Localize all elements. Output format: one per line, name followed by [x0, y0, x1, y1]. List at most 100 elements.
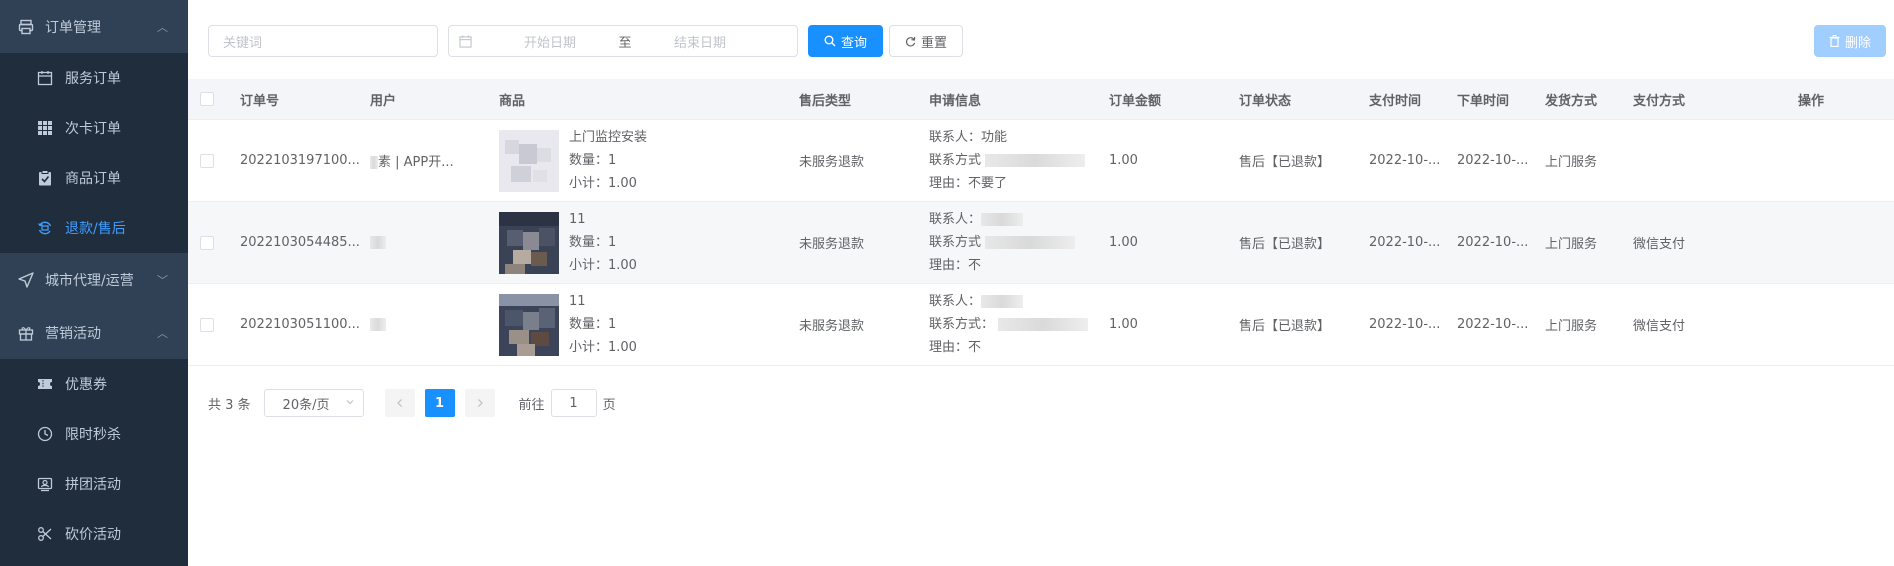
gift-icon [17, 324, 35, 342]
menu-group-label: 城市代理/运营 [45, 272, 134, 289]
goods-name: 11 [569, 212, 586, 227]
pay-method: 微信支付 [1633, 319, 1686, 334]
after-type: 未服务退款 [799, 319, 865, 334]
goods-qty: 数量：1 [569, 153, 617, 168]
goto-prefix: 前往 [518, 397, 545, 413]
menu-group-city-agent[interactable]: 城市代理/运营 ﹀ [0, 253, 188, 306]
header-after-type: 售后类型 [799, 93, 852, 109]
redacted-text [370, 318, 386, 331]
row-checkbox[interactable] [200, 235, 214, 250]
row-checkbox[interactable] [200, 153, 214, 168]
page-number-current[interactable]: 1 [424, 389, 455, 417]
main-content: 关键词 开始日期 至 结束日期 查询 重置 删除 订单号 用户 商品 售后类型 … [188, 0, 1894, 566]
apply-reason: 理由：不 [929, 258, 982, 273]
page-jumper: 前往 1 页 [519, 389, 616, 417]
goods-lines: 11 数量：1 小计：1.00 [569, 208, 637, 277]
sidebar-item-label: 限时秒杀 [65, 427, 121, 443]
table-row: 2022103054485... 11 数量：1 小计：1.00 未服务退款 联… [188, 202, 1894, 284]
refresh-icon [905, 36, 916, 47]
page-size-value: 20条/页 [282, 397, 330, 413]
reset-button-label: 重置 [921, 35, 948, 51]
ticket-icon [37, 376, 53, 392]
refund-icon [37, 220, 53, 236]
menu-group-marketing[interactable]: 营销活动 ︿ [0, 306, 188, 359]
sidebar-item-label: 拼团活动 [65, 477, 121, 493]
filter-bar: 关键词 开始日期 至 结束日期 查询 重置 [208, 25, 964, 57]
apply-info: 联系人： 联系方式： 理由：不 [929, 290, 1109, 359]
row-select-cell [188, 317, 240, 332]
row-checkbox[interactable] [200, 317, 214, 332]
header-amount: 订单金额 [1109, 93, 1162, 109]
apply-contact-line: 联系人： [929, 208, 1109, 231]
delete-button[interactable]: 删除 [1813, 25, 1886, 57]
ship-method: 上门服务 [1545, 319, 1598, 334]
sidebar-item-label: 退款/售后 [65, 221, 126, 237]
sidebar-item-goods-orders[interactable]: 商品订单 [0, 153, 188, 203]
goods-subtotal: 小计：1.00 [569, 176, 637, 191]
search-button[interactable]: 查询 [808, 25, 884, 57]
ship-method: 上门服务 [1545, 237, 1598, 252]
sidebar-item-bargain[interactable]: 砍价活动 [0, 509, 188, 559]
goods-cell: 11 数量：1 小计：1.00 [499, 208, 799, 277]
apply-contact-line: 联系人： [929, 290, 1109, 313]
search-button-label: 查询 [841, 35, 868, 51]
goods-cell: 11 数量：1 小计：1.00 [499, 290, 799, 359]
header-order-time: 下单时间 [1457, 93, 1510, 109]
sidebar-item-service-orders[interactable]: 服务订单 [0, 53, 188, 103]
goods-info: 11 数量：1 小计：1.00 [499, 290, 799, 359]
sidebar-item-label: 次卡订单 [65, 121, 121, 137]
user-cell [370, 317, 499, 332]
menu-group-label: 营销活动 [45, 325, 101, 342]
refund-table: 订单号 用户 商品 售后类型 申请信息 订单金额 订单状态 支付时间 下单时间 … [188, 79, 1894, 366]
clipboard-icon [37, 170, 53, 186]
menu-group-order-management[interactable]: 订单管理 ︿ [0, 0, 188, 53]
order-status: 售后【已退款】 [1239, 155, 1331, 170]
order-amount: 1.00 [1109, 317, 1138, 332]
sidebar-item-card-orders[interactable]: 次卡订单 [0, 103, 188, 153]
page-size-select[interactable]: 20条/页 [263, 389, 364, 417]
keyword-input[interactable]: 关键词 [208, 25, 438, 57]
sidebar-item-coupons[interactable]: 优惠券 [0, 359, 188, 409]
reset-button[interactable]: 重置 [889, 25, 964, 57]
start-date-placeholder[interactable]: 开始日期 [490, 32, 610, 51]
goods-subtotal: 小计：1.00 [569, 340, 637, 355]
apply-lines: 联系人： 联系方式 理由：不 [929, 208, 1109, 277]
goods-thumbnail [499, 293, 559, 356]
end-date-placeholder[interactable]: 结束日期 [640, 32, 760, 51]
bargain-icon [37, 526, 53, 542]
sidebar-item-label: 优惠券 [65, 377, 107, 393]
header-user: 用户 [370, 93, 397, 109]
apply-lines: 联系人：功能 联系方式 理由：不要了 [929, 126, 1109, 195]
apply-lines: 联系人： 联系方式： 理由：不 [929, 290, 1109, 359]
goto-page-input[interactable]: 1 [550, 389, 597, 417]
apply-contact-method-line: 联系方式 [929, 149, 1109, 172]
next-page-button[interactable] [464, 389, 495, 417]
header-goods: 商品 [499, 93, 526, 109]
goto-suffix: 页 [602, 397, 616, 413]
group-icon [37, 476, 53, 492]
apply-contact: 联系人： [929, 212, 982, 227]
user-cell [370, 235, 499, 250]
apply-contact-method: 联系方式 [929, 153, 982, 168]
apply-info: 联系人： 联系方式 理由：不 [929, 208, 1109, 277]
sidebar-item-refund[interactable]: 退款/售后 [0, 203, 188, 253]
goods-thumbnail [499, 211, 559, 274]
select-all-cell [188, 92, 240, 106]
chevron-down-icon [345, 397, 355, 407]
total-count: 共 3 条 [208, 397, 251, 413]
select-all-checkbox[interactable] [200, 92, 214, 106]
prev-page-button[interactable] [384, 389, 415, 417]
sidebar-item-group-buy[interactable]: 拼团活动 [0, 459, 188, 509]
apply-reason: 理由：不要了 [929, 176, 1008, 191]
calendar-icon [459, 34, 472, 48]
sidebar-item-flash-sale[interactable]: 限时秒杀 [0, 409, 188, 459]
header-actions: 操作 [1798, 93, 1825, 109]
header-pay-method: 支付方式 [1633, 93, 1686, 109]
goods-cell: 上门监控安装 数量：1 小计：1.00 [499, 126, 799, 195]
pay-method: 微信支付 [1633, 237, 1686, 252]
navigation-icon [17, 271, 35, 289]
row-select-cell [188, 235, 240, 250]
date-range-picker[interactable]: 开始日期 至 结束日期 [448, 25, 798, 57]
row-select-cell [188, 153, 240, 168]
chevron-down-icon: ﹀ [157, 273, 168, 287]
